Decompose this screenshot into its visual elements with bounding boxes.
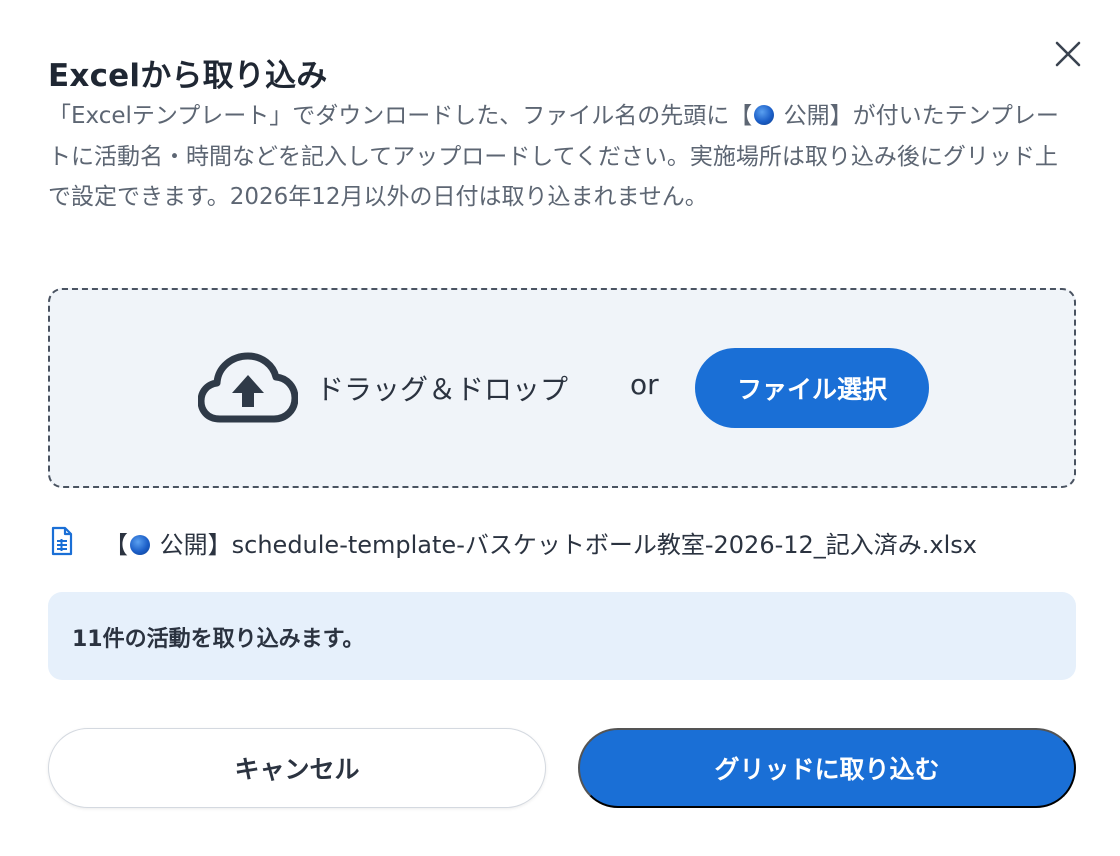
spreadsheet-file-icon	[51, 526, 73, 556]
import-to-grid-button[interactable]: グリッドに取り込む	[578, 728, 1076, 808]
file-badge-label: 公開	[159, 531, 208, 559]
description-badge-label: 公開	[783, 103, 830, 129]
file-select-button[interactable]: ファイル選択	[695, 348, 929, 428]
cancel-button[interactable]: キャンセル	[48, 728, 546, 808]
import-dialog: Excelから取り込み 「Excelテンプレート」でダウンロードした、ファイル名…	[0, 0, 1120, 856]
globe-icon	[754, 105, 775, 125]
import-summary-text: 11件の活動を取り込みます。	[72, 627, 365, 652]
dialog-title: Excelから取り込み	[48, 58, 328, 94]
dialog-description: 「Excelテンプレート」でダウンロードした、ファイル名の先頭に【 公開】が付い…	[48, 96, 1074, 218]
selected-file-row: 【 公開】schedule-template-バスケットボール教室-2026-1…	[48, 522, 1078, 562]
globe-icon	[130, 535, 150, 555]
drag-drop-label: ドラッグ＆ドロップ	[316, 373, 569, 406]
close-button[interactable]	[1046, 32, 1090, 76]
cloud-upload-icon	[198, 352, 298, 423]
file-prefix-bracket: 【	[104, 531, 128, 559]
selected-file-name: 【 公開】schedule-template-バスケットボール教室-2026-1…	[104, 525, 977, 560]
or-label: or	[630, 368, 659, 401]
description-text-before: 「Excelテンプレート」でダウンロードした、ファイル名の先頭に【	[48, 103, 753, 129]
close-icon	[1055, 41, 1081, 67]
file-dropzone[interactable]: ドラッグ＆ドロップ or ファイル選択	[48, 288, 1076, 488]
file-name-text: 】schedule-template-バスケットボール教室-2026-12_記入…	[207, 531, 977, 559]
import-summary-box: 11件の活動を取り込みます。	[48, 592, 1076, 680]
